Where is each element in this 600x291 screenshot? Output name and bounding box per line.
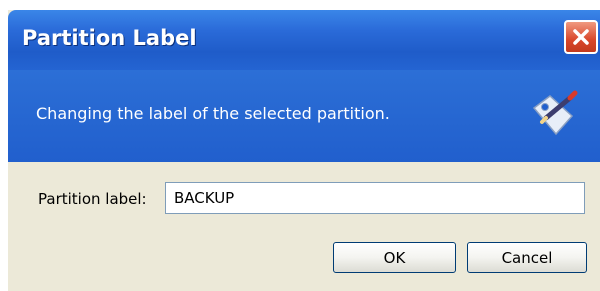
header-band: Changing the label of the selected parti… — [8, 70, 600, 162]
partition-label-dialog: Partition Label Changing the label of th… — [8, 10, 600, 291]
header-description: Changing the label of the selected parti… — [36, 104, 390, 123]
partition-label-caption: Partition label: — [38, 190, 147, 208]
close-button[interactable] — [564, 20, 598, 54]
dialog-title: Partition Label — [22, 26, 197, 50]
ok-button[interactable]: OK — [333, 242, 456, 273]
close-icon — [573, 29, 589, 45]
partition-label-input[interactable] — [165, 182, 585, 214]
cancel-button[interactable]: Cancel — [467, 242, 587, 273]
label-tag-pencil-icon — [532, 90, 578, 136]
title-bar[interactable]: Partition Label — [8, 10, 600, 70]
